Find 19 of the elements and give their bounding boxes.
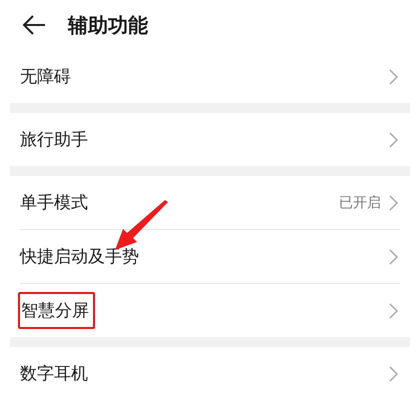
settings-row[interactable]: 无障碍 bbox=[20, 50, 400, 103]
row-value: 已开启 bbox=[339, 194, 381, 212]
row-label: 数字耳机 bbox=[20, 363, 89, 385]
settings-row[interactable]: 旅行助手 bbox=[20, 113, 400, 166]
chevron-icon bbox=[389, 68, 398, 84]
chevron-icon bbox=[389, 132, 398, 148]
row-label: 智慧分屏 bbox=[18, 292, 95, 329]
settings-row[interactable]: 数字耳机 bbox=[20, 347, 400, 400]
chevron-icon bbox=[389, 366, 398, 382]
row-label: 快捷启动及手势 bbox=[20, 246, 140, 268]
chevron-icon bbox=[389, 302, 398, 318]
settings-row[interactable]: 单手模式 已开启 bbox=[20, 176, 400, 229]
row-label: 无障碍 bbox=[20, 66, 72, 88]
chevron-icon bbox=[389, 194, 398, 210]
chevron-icon bbox=[389, 248, 398, 264]
page-title: 辅助功能 bbox=[68, 12, 148, 38]
back-icon[interactable] bbox=[22, 15, 46, 35]
row-label: 单手模式 bbox=[20, 192, 89, 214]
row-label: 旅行助手 bbox=[20, 129, 89, 151]
